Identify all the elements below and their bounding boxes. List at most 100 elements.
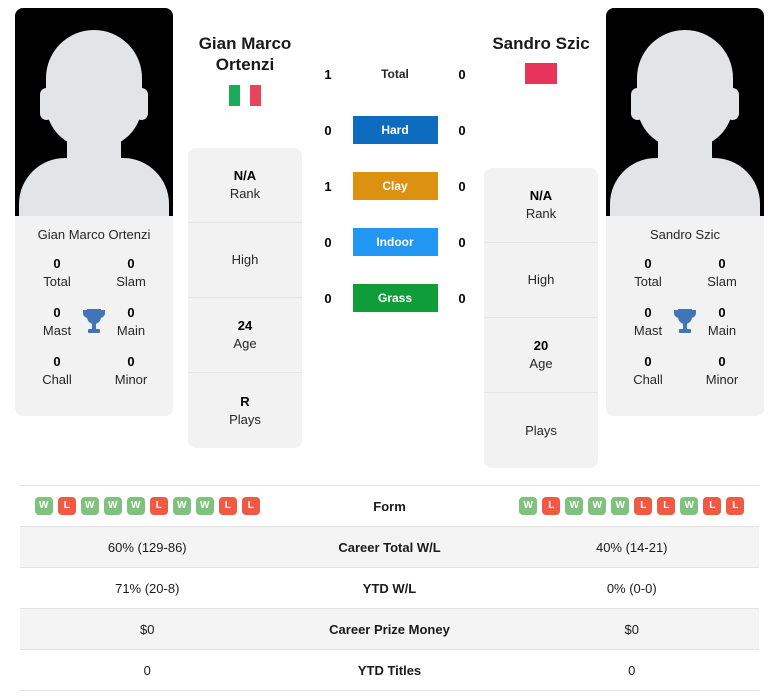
- form-badge-win[interactable]: W: [519, 497, 538, 515]
- trophy-icon: [674, 309, 696, 333]
- flag-band-0: [525, 63, 536, 85]
- h2h-row-indoor: 0 Indoor 0: [320, 228, 470, 256]
- form-badge-loss[interactable]: L: [634, 497, 653, 515]
- player-card-name-left: Gian Marco Ortenzi: [15, 216, 173, 255]
- silhouette-ear-left-icon: [40, 88, 53, 120]
- titles-total-left: 0 Total: [27, 255, 87, 290]
- form-badge-loss[interactable]: L: [57, 497, 76, 515]
- info-rank-label: Rank: [525, 206, 557, 221]
- info-high-label: High: [231, 252, 259, 268]
- info-rank-right: N/A Rank: [484, 168, 598, 243]
- silhouette-ear-right-icon: [726, 88, 739, 120]
- titles-grid-left: 0 Total 0 Slam 0 Mast 0 Main 0 Chall 0 M…: [15, 255, 173, 416]
- stat-value-left: 60% (129-86): [107, 539, 187, 555]
- titles-slam-left: 0 Slam: [101, 255, 161, 290]
- info-age-label: Age: [233, 336, 257, 351]
- form-badge-loss[interactable]: L: [657, 497, 676, 515]
- silhouette-body-icon: [19, 158, 169, 216]
- info-rank-left: N/A Rank: [188, 148, 302, 223]
- player-name-right-line1: Sandro Szic: [492, 34, 590, 53]
- h2h-right-score: 0: [458, 66, 466, 82]
- form-cell-left: WLWWWLWWLL: [20, 497, 275, 515]
- player-info-card-left: N/A Rank High 24 Age R Plays: [188, 148, 302, 448]
- form-badge-loss[interactable]: L: [726, 497, 745, 515]
- form-badge-loss[interactable]: L: [218, 497, 237, 515]
- titles-row: 0 Chall 0 Minor: [21, 353, 167, 388]
- form-badge-loss[interactable]: L: [241, 497, 260, 515]
- player-name-right: Sandro Szic: [446, 33, 636, 54]
- titles-mast-left: 0 Mast: [27, 304, 87, 339]
- head-to-head-surfaces: 1 Total 0 0 Hard 0 1 Clay 0 0 Indoor 0 0 Grass 0: [320, 60, 470, 312]
- player-name-block-right: Sandro Szic: [446, 33, 636, 85]
- player-card-name-right: Sandro Szic: [606, 216, 764, 255]
- form-badge-win[interactable]: W: [172, 497, 191, 515]
- titles-grid-right: 0 Total 0 Slam 0 Mast 0 Main 0 Chall 0 M…: [606, 255, 764, 416]
- form-badge-win[interactable]: W: [126, 497, 145, 515]
- titles-main-value: 0: [127, 305, 135, 321]
- form-badge-win[interactable]: W: [565, 497, 584, 515]
- player-comparison-page: Gian Marco Ortenzi 0 Total 0 Slam 0 Mast…: [0, 0, 779, 699]
- form-badge-win[interactable]: W: [103, 497, 122, 515]
- h2h-right-score: 0: [458, 178, 466, 194]
- titles-total-label: Total: [43, 273, 71, 289]
- titles-minor-value: 0: [718, 354, 726, 370]
- form-badge-win[interactable]: W: [680, 497, 699, 515]
- flag-band-2: [250, 84, 261, 106]
- player-name-left-line1: Gian Marco: [198, 34, 292, 53]
- titles-slam-value: 0: [718, 256, 726, 271]
- silhouette-body-icon: [610, 158, 760, 216]
- italy-flag-icon: [229, 84, 261, 106]
- titles-main-left: 0 Main: [101, 304, 161, 339]
- h2h-surface-label-indoor[interactable]: Indoor: [352, 228, 438, 256]
- titles-mast-label: Mast: [42, 322, 72, 338]
- table-row: 60% (129-86) Career Total W/L 40% (14-21): [20, 527, 759, 568]
- stat-value-left: $0: [140, 621, 155, 637]
- titles-minor-label: Minor: [705, 371, 739, 387]
- form-badge-loss[interactable]: L: [149, 497, 168, 515]
- h2h-right-score: 0: [458, 290, 466, 306]
- form-badge-loss[interactable]: L: [542, 497, 561, 515]
- form-badge-win[interactable]: W: [611, 497, 630, 515]
- form-strip: WLWWWLLWLL: [505, 497, 760, 515]
- h2h-surface-label-clay[interactable]: Clay: [352, 172, 438, 200]
- table-row: W L W W W L W W L L Form W L W W W L L W L L: [20, 486, 759, 527]
- h2h-surface-label-grass[interactable]: Grass: [352, 284, 438, 312]
- stat-value-right: 40% (14-21): [595, 539, 668, 555]
- form-badge-win[interactable]: W: [588, 497, 607, 515]
- titles-chall-label: Chall: [633, 371, 663, 387]
- info-age-value: 24: [237, 318, 253, 334]
- titles-row: 0 Chall 0 Minor: [612, 353, 758, 388]
- titles-main-label: Main: [707, 322, 737, 338]
- form-badge-loss[interactable]: L: [703, 497, 722, 515]
- h2h-left-score: 0: [324, 234, 332, 250]
- form-badge-win[interactable]: W: [195, 497, 214, 515]
- info-rank-label: Rank: [229, 186, 261, 201]
- info-age-left: 24 Age: [188, 298, 302, 373]
- player-info-card-right: N/A Rank High 20 Age Plays: [484, 168, 598, 468]
- titles-minor-value: 0: [127, 354, 135, 370]
- red-flag-icon: [525, 63, 557, 85]
- form-badge-win[interactable]: W: [80, 497, 99, 515]
- h2h-surface-label-hard[interactable]: Hard: [352, 116, 438, 144]
- h2h-left-score: 0: [324, 290, 332, 306]
- stat-label: Career Total W/L: [338, 539, 441, 555]
- flag-band-0: [229, 84, 240, 106]
- titles-row: 0 Total 0 Slam: [21, 255, 167, 290]
- comparison-stats-table: W L W W W L W W L L Form W L W W W L L W L L 60% (129-86) Care…: [20, 485, 759, 691]
- table-row: 0 YTD Titles 0: [20, 650, 759, 691]
- titles-minor-left: 0 Minor: [101, 353, 161, 388]
- titles-mast-right: 0 Mast: [618, 304, 678, 339]
- titles-main-value: 0: [718, 305, 726, 321]
- titles-mast-label: Mast: [633, 322, 663, 338]
- titles-chall-value: 0: [53, 354, 61, 370]
- h2h-row-grass: 0 Grass 0: [320, 284, 470, 312]
- stat-value-right: $0: [624, 621, 639, 637]
- stat-value-right: 0: [628, 662, 636, 678]
- info-rank-value: N/A: [233, 168, 257, 184]
- info-rank-value: N/A: [529, 188, 553, 204]
- form-badge-win[interactable]: W: [34, 497, 53, 515]
- flag-band-1: [535, 63, 547, 85]
- info-age-right: 20 Age: [484, 318, 598, 393]
- titles-slam-label: Slam: [707, 273, 737, 289]
- comparison-top-zone: Gian Marco Ortenzi 0 Total 0 Slam 0 Mast…: [0, 0, 779, 480]
